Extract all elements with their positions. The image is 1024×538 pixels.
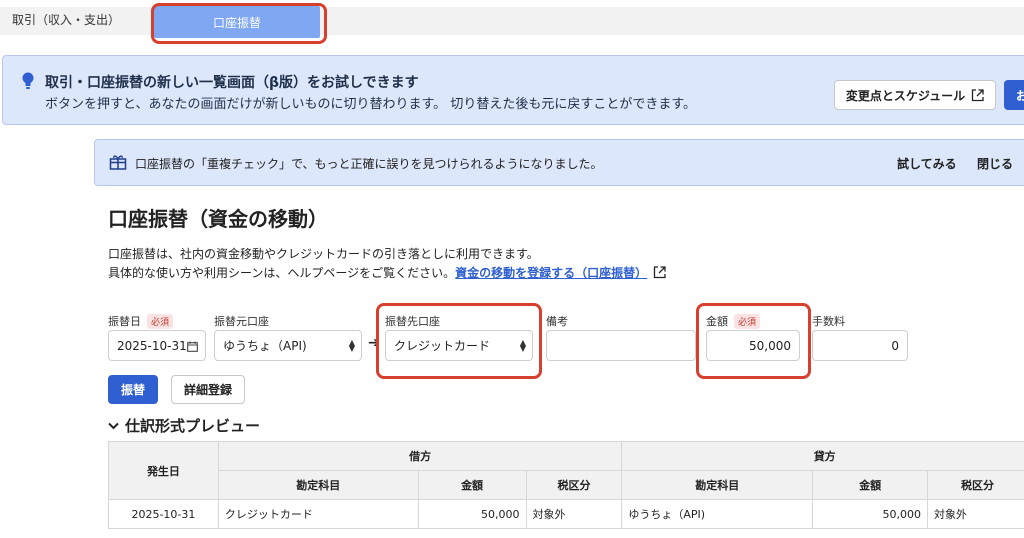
beta-banner: 取引・口座振替の新しい一覧画面（β版）をお試しできます ボタンを押すと、あなたの… [2,55,1024,125]
cell-debit-amount: 50,000 [417,499,527,529]
try-it-link[interactable]: 試してみる [897,155,957,172]
from-account-select[interactable]: ゆうちょ（API) ▲ ▼ [214,330,362,361]
calendar-icon [187,341,198,352]
arrow-right-icon: ➔ [368,335,380,351]
cell-debit-account: クレジットカード [217,499,419,529]
memo-input[interactable] [546,330,696,361]
to-account-label: 振替先口座 [385,315,440,328]
lightbulb-icon [22,72,34,89]
fee-label: 手数料 [812,315,845,328]
select-arrows-icon: ▲ ▼ [348,338,355,353]
credit-tax-header: 税区分 [927,470,1024,500]
memo-label: 備考 [546,315,568,328]
amount-label: 金額 必須 [706,313,761,329]
fee-input[interactable]: 0 [812,330,908,361]
date-label-text: 振替日 [108,315,141,328]
debit-account-header: 勘定科目 [217,470,419,500]
debit-header: 借方 [217,441,623,471]
credit-header: 貸方 [621,441,1024,471]
col-date-header: 発生日 [108,441,219,500]
to-account-value: クレジットカード [394,339,491,353]
required-badge: 必須 [147,313,174,329]
beta-description: ボタンを押すと、あなたの画面だけが新しいものに切り替わります。 切り替えた後も元… [45,97,697,112]
credit-amount-header: 金額 [812,470,929,500]
detail-register-button[interactable]: 詳細登録 [171,375,245,404]
external-link-icon [971,88,984,101]
description-prefix: 具体的な使い方や利用シーンは、ヘルプページをご覧ください。 [108,266,456,280]
preview-toggle[interactable]: 仕訳形式プレビュー [108,415,260,436]
preview-heading: 仕訳形式プレビュー [125,417,261,435]
date-label: 振替日 必須 [108,313,174,329]
transfer-button[interactable]: 振替 [108,375,158,404]
select-arrows-icon: ▲ ▼ [519,338,526,353]
to-account-select[interactable]: クレジットカード ▲ ▼ [385,330,533,361]
debit-tax-header: 税区分 [525,470,623,500]
date-input[interactable]: 2025-10-31 [108,330,206,361]
help-link[interactable]: 資金の移動を登録する（口座振替） [455,266,647,280]
date-value: 2025-10-31 [117,338,187,353]
cell-credit-account: ゆうちょ（API) [621,499,814,529]
cell-credit-amount: 50,000 [812,499,929,529]
tab-account-transfer[interactable]: 口座振替 [154,6,320,38]
close-notice-button[interactable]: 閉じる [977,155,1013,172]
table-row: 2025-10-31 クレジットカード 50,000 対象外 ゆうちょ（API)… [108,499,1024,529]
from-account-value: ゆうちょ（API) [223,339,307,353]
amount-label-text: 金額 [706,315,728,328]
cell-credit-tax: 対象外 [927,499,1024,529]
amount-input[interactable]: 50,000 [706,330,800,361]
gift-icon [109,155,127,170]
tab-transactions[interactable]: 取引（収入・支出） [12,11,120,28]
beta-title: 取引・口座振替の新しい一覧画面（β版）をお試しできます [45,75,419,91]
changes-schedule-button[interactable]: 変更点とスケジュール [834,80,996,110]
required-badge: 必須 [734,313,761,329]
notice-banner: 口座振替の「重複チェック」で、もっと正確に誤りを見つけられるようになりました。 … [94,139,1024,186]
description-line-1: 口座振替は、社内の資金移動やクレジットカードの引き落としに利用できます。 [108,247,539,261]
try-new-ui-button[interactable]: お [1004,80,1024,110]
tab-strip: 取引（収入・支出） 口座振替 [0,0,1024,40]
notice-text: 口座振替の「重複チェック」で、もっと正確に誤りを見つけられるようになりました。 [135,157,603,171]
from-account-label: 振替元口座 [214,315,269,328]
description-line-2: 具体的な使い方や利用シーンは、ヘルプページをご覧ください。資金の移動を登録する（… [108,264,666,281]
debit-amount-header: 金額 [417,470,527,500]
page-title: 口座振替（資金の移動） [108,207,328,231]
changes-schedule-label: 変更点とスケジュール [845,88,966,103]
credit-account-header: 勘定科目 [621,470,814,500]
cell-debit-tax: 対象外 [525,499,623,529]
external-link-icon [654,266,666,279]
journal-preview-table: 発生日 借方 貸方 勘定科目 金額 税区分 勘定科目 金額 税区分 2025-1… [108,441,1024,529]
cell-date: 2025-10-31 [108,499,219,529]
chevron-down-icon [108,422,119,429]
